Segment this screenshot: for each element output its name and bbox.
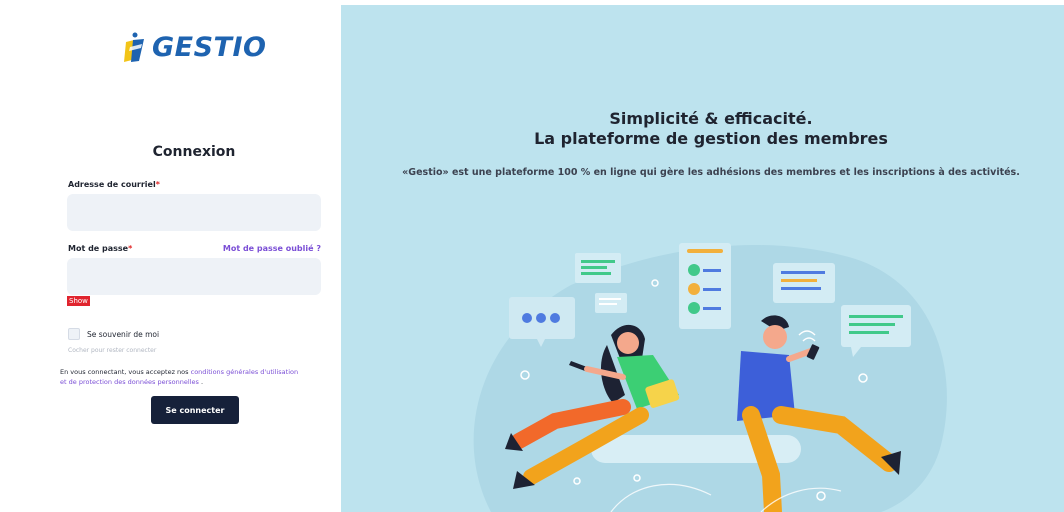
terms-and: et de <box>60 378 77 386</box>
terms-prefix: En vous connectant, vous acceptez nos <box>60 368 189 376</box>
remember-me-hint: Cocher pour rester connecter <box>68 347 157 354</box>
forgot-password-link[interactable]: Mot de passe oublié ? <box>223 244 321 253</box>
required-mark: * <box>155 180 160 189</box>
remember-me-checkbox[interactable] <box>68 328 80 340</box>
hero-panel: Simplicité & efficacité. La plateforme d… <box>341 5 1064 512</box>
password-label: Mot de passe* <box>68 244 132 253</box>
login-button[interactable]: Se connecter <box>151 396 239 424</box>
show-password-toggle[interactable]: Show <box>67 296 90 306</box>
email-label: Adresse de courriel* <box>68 180 160 189</box>
people-list-icon <box>679 243 731 329</box>
login-page: GESTIO Connexion Adresse de courriel* Mo… <box>0 0 1064 512</box>
hero-title: Simplicité & efficacité. La plateforme d… <box>341 109 1064 149</box>
remember-me-row[interactable]: Se souvenir de moi <box>68 328 159 340</box>
brand-name: GESTIO <box>152 31 267 63</box>
password-input[interactable] <box>67 258 321 295</box>
terms-of-use-link[interactable]: conditions générales d'utilisation <box>191 368 298 376</box>
hero-description: «Gestio» est une plateforme 100 % en lig… <box>402 167 1020 178</box>
login-panel: GESTIO Connexion Adresse de courriel* Mo… <box>0 0 340 512</box>
terms-suffix: . <box>200 378 204 386</box>
terms-notice: En vous connectant, vous acceptez nos co… <box>60 367 330 387</box>
login-title: Connexion <box>152 144 236 160</box>
hero-title-line-2: La plateforme de gestion des membres <box>534 129 888 148</box>
required-mark: * <box>128 244 133 253</box>
hero-illustration <box>473 243 947 512</box>
privacy-link[interactable]: protection des données personnelles <box>79 378 199 386</box>
remember-me-label[interactable]: Se souvenir de moi <box>87 330 159 339</box>
email-input[interactable] <box>67 194 321 231</box>
password-label-text: Mot de passe <box>68 244 129 253</box>
hero-title-line-1: Simplicité & efficacité. <box>609 109 813 128</box>
email-label-text: Adresse de courriel <box>68 180 156 189</box>
brand-logo[interactable]: GESTIO <box>122 30 266 64</box>
gestio-logo-icon <box>122 30 148 64</box>
